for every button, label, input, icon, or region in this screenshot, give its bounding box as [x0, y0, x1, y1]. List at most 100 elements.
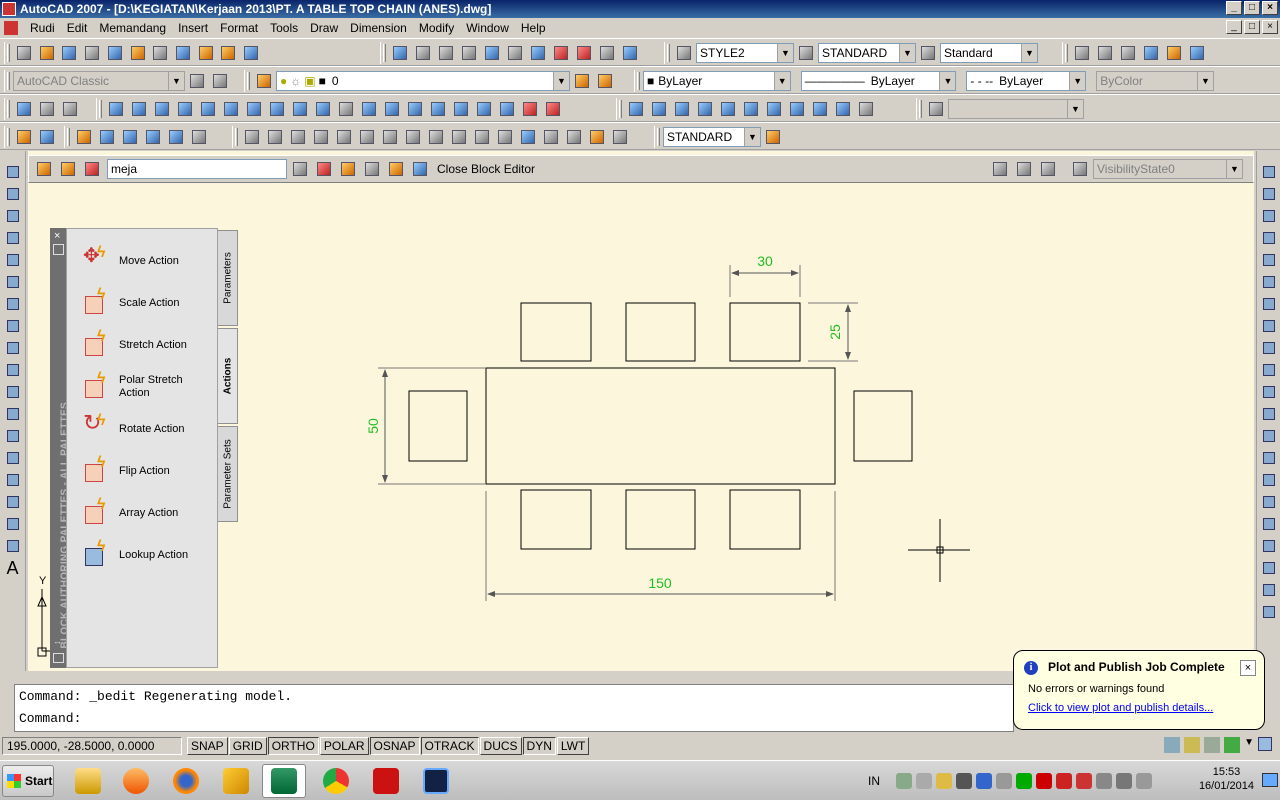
line-icon[interactable]: [2, 161, 24, 183]
menu-edit[interactable]: Edit: [61, 18, 94, 38]
sw-iso-icon[interactable]: [786, 98, 808, 120]
intersect-icon[interactable]: [496, 98, 518, 120]
toolbar-lock-icon[interactable]: [1184, 737, 1201, 753]
undo-icon[interactable]: [240, 42, 262, 64]
spline-icon[interactable]: [2, 337, 24, 359]
multiline-text-icon[interactable]: A: [2, 557, 24, 579]
usb-icon[interactable]: [1096, 773, 1112, 789]
lwt-toggle[interactable]: LWT: [556, 737, 590, 755]
communication-center-icon[interactable]: [1164, 737, 1181, 753]
status-menu-icon[interactable]: ▼: [1244, 737, 1254, 753]
taskbar-acrobat[interactable]: [364, 764, 408, 798]
linetype-select[interactable]: ————— ByLayer ▼: [800, 71, 957, 91]
copy-object-icon[interactable]: [1258, 183, 1280, 205]
right-view-icon[interactable]: [717, 98, 739, 120]
action-icon[interactable]: [337, 158, 359, 180]
manage-visibility-icon[interactable]: [1069, 158, 1091, 180]
dimension-right[interactable]: 25: [808, 302, 858, 362]
menu-tools[interactable]: Tools: [264, 18, 304, 38]
taskbar-photoshop[interactable]: [414, 764, 458, 798]
chair-bottom-2[interactable]: [625, 489, 696, 550]
dim-edit-icon[interactable]: [563, 126, 585, 148]
close-block-editor-button[interactable]: Close Block Editor: [437, 162, 535, 176]
gradient-icon[interactable]: [2, 491, 24, 513]
diameter-dim-icon[interactable]: [379, 126, 401, 148]
circle-icon[interactable]: [2, 293, 24, 315]
make-current-icon[interactable]: [571, 70, 593, 92]
trusted-icon[interactable]: [1224, 737, 1241, 753]
insert-block-icon[interactable]: [2, 403, 24, 425]
tray-status-icon[interactable]: [1016, 773, 1032, 789]
mapping-icon[interactable]: [142, 126, 164, 148]
erase-icon[interactable]: [1258, 161, 1280, 183]
learn-icon[interactable]: [409, 158, 431, 180]
properties-icon[interactable]: [481, 42, 503, 64]
chamfer-icon[interactable]: [1258, 469, 1280, 491]
visibility-state-select[interactable]: VisibilityState0 ▼: [1093, 159, 1243, 179]
menu-format[interactable]: Format: [214, 18, 264, 38]
text-style-select[interactable]: STYLE2 ▼: [696, 43, 794, 63]
loft-icon[interactable]: [427, 98, 449, 120]
save-icon[interactable]: [58, 42, 80, 64]
jogged-dim-icon[interactable]: [356, 126, 378, 148]
language-indicator[interactable]: IN: [868, 774, 880, 788]
make-block-icon[interactable]: [2, 425, 24, 447]
workspace-select[interactable]: AutoCAD Classic ▼: [13, 71, 185, 91]
tray-flash-icon[interactable]: [956, 773, 972, 789]
draworder-back-icon[interactable]: [1258, 557, 1280, 579]
view-select[interactable]: ▼: [948, 99, 1084, 119]
edit-block-icon[interactable]: [33, 158, 55, 180]
dim-style-icon[interactable]: [795, 42, 817, 64]
quick-leader-icon[interactable]: [494, 126, 516, 148]
help-icon[interactable]: [619, 42, 641, 64]
plot-preview-icon[interactable]: [104, 42, 126, 64]
presspull-icon[interactable]: [358, 98, 380, 120]
materials-browser-icon[interactable]: [119, 126, 141, 148]
new-icon[interactable]: [13, 42, 35, 64]
ne-iso-icon[interactable]: [832, 98, 854, 120]
helix-icon[interactable]: [289, 98, 311, 120]
antivirus-icon[interactable]: [1076, 773, 1092, 789]
move-icon[interactable]: [1258, 271, 1280, 293]
clean-screen-icon[interactable]: [1258, 737, 1272, 751]
box-solid-icon[interactable]: [128, 98, 150, 120]
back-view-icon[interactable]: [763, 98, 785, 120]
visibility-mode-icon[interactable]: [989, 158, 1011, 180]
free-orbit-icon[interactable]: [59, 98, 81, 120]
layer-select[interactable]: ● ☼ ▣ ■ 0 ▼: [276, 71, 570, 91]
bottom-view-icon[interactable]: [671, 98, 693, 120]
cylinder-icon[interactable]: [220, 98, 242, 120]
chair-bottom-3[interactable]: [729, 489, 801, 550]
stretch-icon[interactable]: [1258, 337, 1280, 359]
taskbar-media-player[interactable]: [114, 764, 158, 798]
minimize-button[interactable]: _: [1226, 1, 1242, 15]
arc-length-icon[interactable]: [287, 126, 309, 148]
markup-icon[interactable]: [573, 42, 595, 64]
dim-style-select-2[interactable]: STANDARD ▼: [663, 127, 761, 147]
break-at-point-icon[interactable]: [1258, 403, 1280, 425]
zoom-previous-icon[interactable]: [458, 42, 480, 64]
offset-icon[interactable]: [1258, 227, 1280, 249]
revision-cloud-icon[interactable]: [2, 315, 24, 337]
subtract-icon[interactable]: [473, 98, 495, 120]
explode-icon[interactable]: [1258, 513, 1280, 535]
3d-rotate-icon[interactable]: [542, 98, 564, 120]
stretch-action-item[interactable]: ϟ Stretch Action: [83, 328, 223, 362]
menu-modify[interactable]: Modify: [413, 18, 460, 38]
menu-help[interactable]: Help: [515, 18, 552, 38]
notification-details-link[interactable]: Click to view plot and publish details..…: [1028, 702, 1213, 714]
dimension-bottom[interactable]: 150: [485, 491, 836, 601]
render-icon[interactable]: [1163, 42, 1185, 64]
acrobat-tray-icon[interactable]: [1056, 773, 1072, 789]
trim-icon[interactable]: [1258, 359, 1280, 381]
ucs-icon[interactable]: [13, 98, 35, 120]
doc-restore-button[interactable]: □: [1244, 20, 1260, 34]
layer-manager-icon[interactable]: [253, 70, 275, 92]
menu-insert[interactable]: Insert: [172, 18, 214, 38]
navigate-icon[interactable]: [13, 126, 35, 148]
command-line[interactable]: Command: _bedit Regenerating model. Comm…: [14, 684, 1014, 732]
taskbar-app[interactable]: [214, 764, 258, 798]
light-icon[interactable]: [73, 126, 95, 148]
taskbar-firefox[interactable]: [164, 764, 208, 798]
union-icon[interactable]: [450, 98, 472, 120]
